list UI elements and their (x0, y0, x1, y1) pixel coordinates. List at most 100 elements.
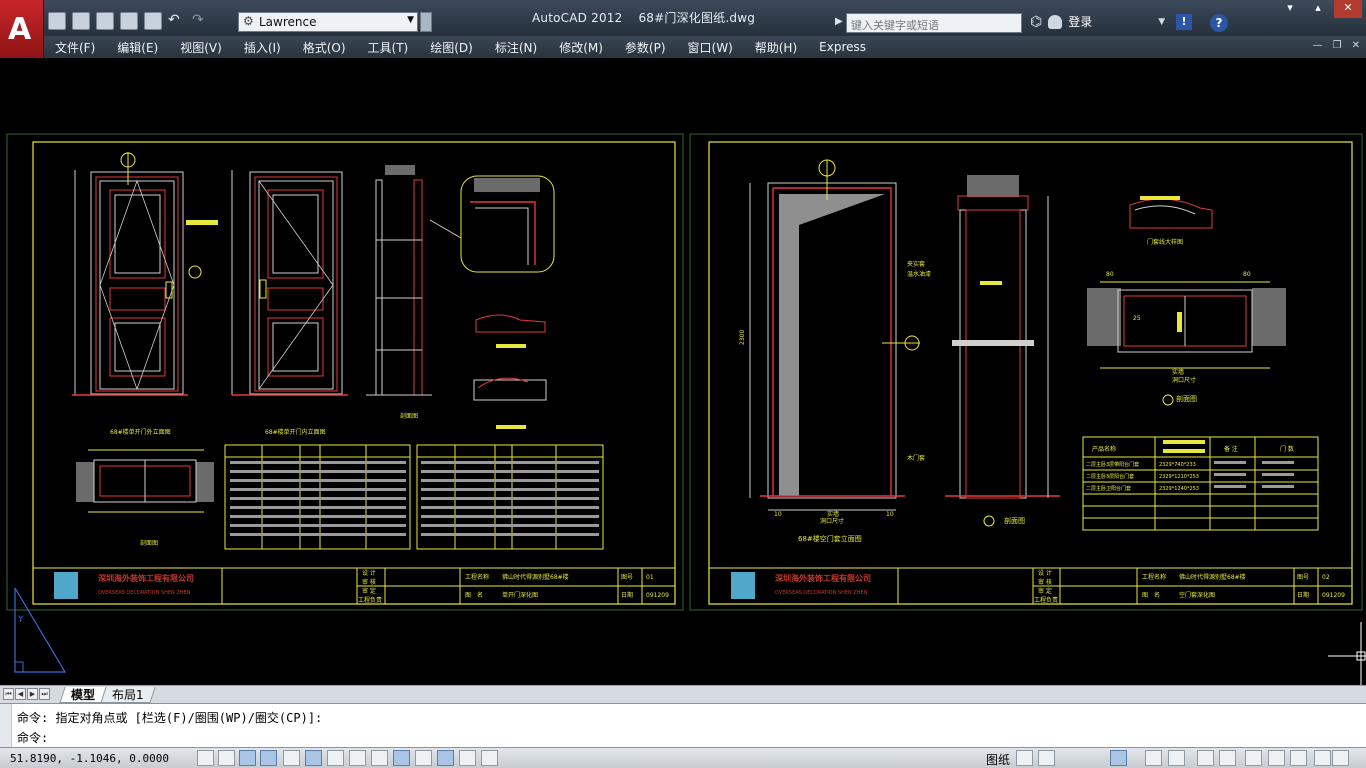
quick-view-drawings-icon[interactable] (1038, 750, 1055, 766)
sheet1-detail-bubble (429, 175, 555, 273)
help-icon[interactable]: ? (1210, 14, 1228, 32)
first-tab-icon[interactable]: ⏮ (3, 688, 14, 700)
qat-dropdown-button[interactable] (420, 12, 432, 32)
tab-model[interactable]: 模型 (59, 687, 107, 703)
prev-tab-icon[interactable]: ◀ (15, 688, 26, 700)
object-snap-icon[interactable] (305, 750, 322, 766)
restore-button[interactable]: ▴ (1304, 0, 1332, 18)
dynamic-input-icon[interactable] (393, 750, 410, 766)
sheet1-view-section-label: 剖面图 (400, 412, 418, 420)
doc-minimize-button[interactable]: — (1313, 40, 1323, 51)
grid-display-icon[interactable] (239, 750, 256, 766)
clean-screen-icon[interactable] (1332, 750, 1349, 766)
lock-icon[interactable] (1219, 750, 1236, 766)
quick-properties-icon[interactable] (459, 750, 476, 766)
sheet1-company: 深圳海外装饰工程有限公司 (98, 573, 194, 583)
command-window-grip[interactable] (0, 704, 12, 748)
infer-constraints-icon[interactable] (197, 750, 214, 766)
object-snap-tracking-icon[interactable] (349, 750, 366, 766)
save-as-icon[interactable] (120, 12, 138, 30)
search-expand-icon[interactable]: ▶ (835, 16, 843, 27)
annotation-visibility-icon[interactable] (1168, 750, 1185, 766)
last-tab-icon[interactable]: ⏭ (39, 688, 50, 700)
menu-modify[interactable]: 修改(M) (548, 39, 614, 56)
menu-dimension[interactable]: 标注(N) (484, 39, 548, 56)
sheet2-table-r1v: 2329*740*233 (1159, 462, 1196, 468)
undo-icon[interactable]: ↶ (168, 12, 186, 30)
bulb-icon[interactable] (1290, 750, 1307, 766)
section-marker-b-icon (1162, 394, 1174, 406)
command-prompt[interactable]: 命令: (17, 729, 48, 746)
menu-view[interactable]: 视图(V) (169, 39, 233, 56)
sheet2-table-r3: 二层主卧卫阳台门套 (1086, 485, 1131, 492)
doc-restore-button[interactable]: ❐ (1333, 40, 1342, 51)
menu-draw[interactable]: 绘图(D) (419, 39, 484, 56)
sheet1-title-block: 深圳海外装饰工程有限公司 OVERSEAS DECORATION SHEN ZH… (32, 567, 676, 605)
paper-space-label[interactable]: 图纸 (986, 751, 1010, 768)
sheet1-profile-details (473, 314, 547, 429)
workspace-switch-icon[interactable] (1197, 750, 1214, 766)
lineweight-icon[interactable] (415, 750, 432, 766)
redo-icon[interactable]: ↷ (192, 12, 210, 30)
sheet1-company-en: OVERSEAS DECORATION SHEN ZHEN (98, 590, 191, 596)
binoculars-icon[interactable]: ⌬ (1030, 14, 1042, 30)
login-label[interactable]: 登录 (1068, 13, 1092, 30)
sheet1-drawing-name: 单开门深化图 (502, 591, 538, 599)
menu-parametric[interactable]: 参数(P) (614, 39, 677, 56)
sheet2-dim-body: 实墙 (827, 510, 839, 518)
ortho-mode-icon[interactable] (260, 750, 277, 766)
menu-express[interactable]: Express (808, 40, 877, 54)
selection-cycling-icon[interactable] (481, 750, 498, 766)
menu-help[interactable]: 帮助(H) (744, 39, 808, 56)
sheet1-door-back-elevation (231, 170, 348, 396)
status-menu-icon[interactable] (1314, 750, 1331, 766)
exchange-icon[interactable]: ! (1176, 14, 1192, 30)
sheet2-dim-body-plan: 实墙 (1172, 368, 1184, 376)
sheet2-detail-title: 门套线大样图 (1147, 238, 1183, 246)
sheet2-drawing-label: 图 名 (1142, 591, 1160, 599)
workspace-select[interactable]: ⚙ Lawrence ▼ (238, 12, 418, 32)
dynamic-ucs-icon[interactable] (371, 750, 388, 766)
isolate-objects-icon[interactable] (1268, 750, 1285, 766)
close-button[interactable]: ✕ (1334, 0, 1362, 18)
sheet2-date: 091209 (1322, 592, 1345, 599)
drawing-canvas[interactable]: 68#楼单开门外立面图 68#楼单开门内立面图 剖面图 剖面图 深圳海外装饰工程… (0, 58, 1366, 685)
tab-layout1-label: 布局1 (112, 688, 144, 702)
menu-window[interactable]: 窗口(W) (677, 39, 744, 56)
menu-format[interactable]: 格式(O) (292, 39, 357, 56)
autocad-logo-icon: A (8, 12, 32, 47)
open-icon[interactable] (72, 12, 90, 30)
sheet2-dim-width2: 洞口尺寸 (1172, 376, 1196, 384)
search-input[interactable]: 键入关键字或短语 (846, 13, 1022, 33)
doc-close-button[interactable]: ✕ (1352, 40, 1360, 51)
snap-mode-icon[interactable] (218, 750, 235, 766)
save-icon[interactable] (96, 12, 114, 30)
maximize-viewport-icon[interactable] (1110, 750, 1127, 766)
login-area[interactable]: ⌬ 登录 ▼ (1030, 13, 1165, 30)
menu-insert[interactable]: 插入(I) (233, 39, 292, 56)
sheet2-table-r2: 二层主卧3层阳台门套 (1086, 473, 1134, 480)
next-tab-icon[interactable]: ▶ (27, 688, 38, 700)
3d-object-snap-icon[interactable] (327, 750, 344, 766)
sheet2-dim-80-right: 80 (1243, 271, 1251, 278)
minimize-button[interactable]: ▾ (1276, 0, 1304, 18)
hardware-acceleration-icon[interactable] (1245, 750, 1262, 766)
annotation-scale-icon[interactable] (1145, 750, 1162, 766)
sheet1-sheet-no: 01 (646, 574, 654, 581)
sheet2-company-en: OVERSEAS DECORATION SHEN ZHEN (775, 590, 868, 596)
menu-tools[interactable]: 工具(T) (357, 39, 420, 56)
quick-view-layouts-icon[interactable] (1016, 750, 1033, 766)
polar-tracking-icon[interactable] (283, 750, 300, 766)
menu-bar: 文件(F) 编辑(E) 视图(V) 插入(I) 格式(O) 工具(T) 绘图(D… (44, 36, 1366, 58)
menu-edit[interactable]: 编辑(E) (106, 39, 169, 56)
application-menu-button[interactable]: A (0, 0, 44, 58)
coordinate-readout[interactable]: 51.8190, -1.1046, 0.0000 (10, 752, 169, 765)
workspace-name: Lawrence (259, 15, 317, 29)
print-icon[interactable] (144, 12, 162, 30)
sheet2-dim-80-left: 80 (1106, 271, 1114, 278)
new-icon[interactable] (48, 12, 66, 30)
transparency-icon[interactable] (437, 750, 454, 766)
chevron-down-icon[interactable]: ▼ (1158, 17, 1165, 27)
menu-file[interactable]: 文件(F) (44, 39, 106, 56)
tab-layout1[interactable]: 布局1 (100, 687, 156, 703)
